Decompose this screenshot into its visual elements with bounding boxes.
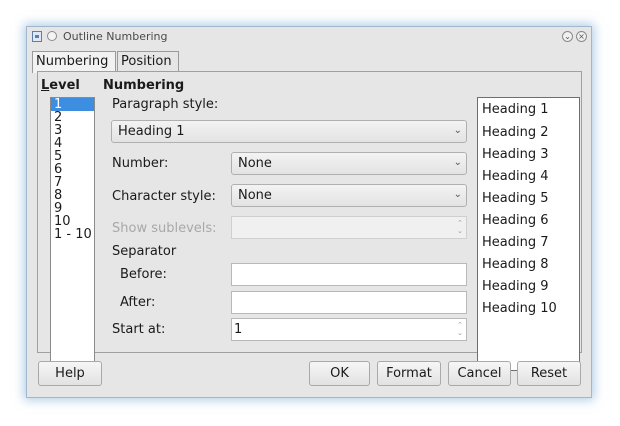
preview-item: Heading 4 <box>482 169 549 184</box>
after-label: After: <box>120 295 156 310</box>
chevron-down-icon: ⌄ <box>453 125 462 136</box>
before-input[interactable] <box>231 263 467 286</box>
outline-numbering-dialog: Outline Numbering ⌄ × Numbering Position… <box>26 26 592 398</box>
spin-arrows-icon: ⌃ ⌄ <box>457 321 463 337</box>
chevron-down-icon: ⌄ <box>453 157 462 168</box>
tab-position[interactable]: Position <box>117 51 179 72</box>
window-title: Outline Numbering <box>63 30 168 43</box>
character-style-combo[interactable]: None ⌄ <box>231 184 467 207</box>
paragraph-style-combo[interactable]: Heading 1 ⌄ <box>111 120 467 143</box>
spin-arrows-icon: ⌃ ⌄ <box>457 219 463 235</box>
title-bar[interactable]: Outline Numbering ⌄ × <box>27 27 591 47</box>
reset-button[interactable]: Reset <box>517 361 581 386</box>
level-heading: Level <box>41 78 80 93</box>
paragraph-style-label: Paragraph style: <box>112 97 219 112</box>
number-value: None <box>238 156 272 171</box>
number-combo[interactable]: None ⌄ <box>231 152 467 175</box>
start-at-spinner[interactable]: 1 ⌃ ⌄ <box>231 318 467 341</box>
pin-icon[interactable] <box>47 31 57 41</box>
close-button[interactable]: × <box>576 31 587 42</box>
preview-item: Heading 2 <box>482 125 549 140</box>
preview-item: Heading 5 <box>482 191 549 206</box>
ok-button[interactable]: OK <box>309 361 370 386</box>
cancel-button[interactable]: Cancel <box>448 361 511 386</box>
tab-numbering[interactable]: Numbering <box>32 51 116 73</box>
minimize-button[interactable]: ⌄ <box>562 31 573 42</box>
paragraph-style-value: Heading 1 <box>118 124 185 139</box>
show-sublevels-spinner[interactable]: ⌃ ⌄ <box>231 216 467 239</box>
level-heading-rest: evel <box>49 78 80 93</box>
after-input[interactable] <box>231 291 467 314</box>
start-at-value: 1 <box>234 322 243 337</box>
show-sublevels-label: Show sublevels: <box>112 221 217 236</box>
numbering-heading: Numbering <box>103 78 185 93</box>
preview-item: Heading 9 <box>482 279 549 294</box>
preview-item: Heading 3 <box>482 147 549 162</box>
number-label: Number: <box>112 156 169 171</box>
level-item-all[interactable]: 1 - 10 <box>51 228 94 241</box>
help-button[interactable]: Help <box>38 361 102 386</box>
start-at-label: Start at: <box>112 322 166 337</box>
level-list[interactable]: 1 2 3 4 5 6 7 8 9 10 1 - 10 <box>50 97 95 369</box>
preview-item: Heading 1 <box>482 102 549 117</box>
preview-item: Heading 6 <box>482 213 549 228</box>
character-style-value: None <box>238 188 272 203</box>
chevron-down-icon: ⌄ <box>453 189 462 200</box>
heading-preview: Heading 1 Heading 2 Heading 3 Heading 4 … <box>477 97 580 371</box>
preview-item: Heading 10 <box>482 301 557 316</box>
separator-label: Separator <box>112 244 177 259</box>
format-button[interactable]: Format <box>377 361 441 386</box>
before-label: Before: <box>120 267 167 282</box>
character-style-label: Character style: <box>112 189 216 204</box>
preview-item: Heading 8 <box>482 257 549 272</box>
preview-item: Heading 7 <box>482 235 549 250</box>
app-document-icon <box>32 31 42 42</box>
